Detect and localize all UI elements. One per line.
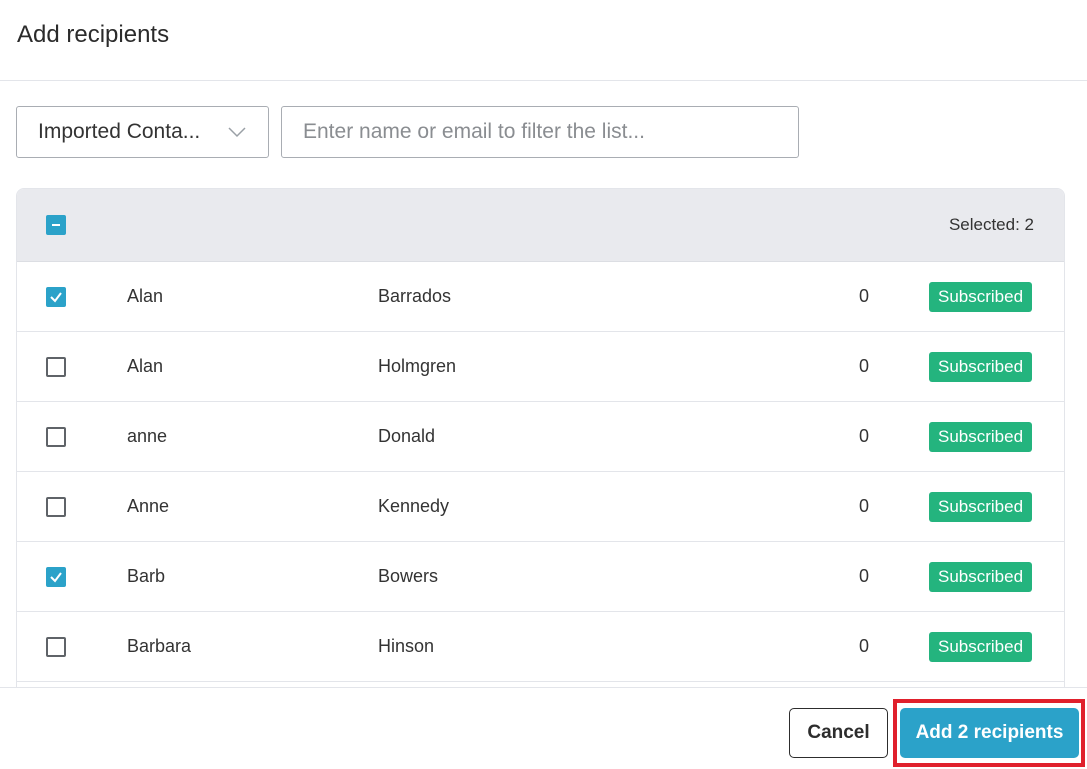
count-cell: 0 (859, 356, 870, 376)
checkmark-icon (50, 571, 62, 583)
first-name-cell: Barb (127, 566, 166, 586)
select-all-checkbox[interactable] (46, 215, 66, 235)
status-badge: Subscribed (929, 561, 1033, 592)
last-name-cell: Kennedy (378, 496, 450, 516)
first-name-cell: Alan (127, 286, 164, 306)
add-recipients-button[interactable]: Add 2 recipients (900, 708, 1079, 758)
count-cell: 0 (859, 426, 870, 446)
row-checkbox[interactable] (46, 636, 66, 657)
filter-search-input[interactable] (281, 106, 799, 158)
contact-list-select-value: Imported Conta... (38, 120, 201, 143)
filter-bar: Imported Conta... (16, 106, 799, 158)
table-row[interactable]: Barbara Hinson 0 Subscribed (17, 612, 1064, 682)
selected-count: Selected: 2 (948, 215, 1034, 234)
table-row[interactable]: Anne Kennedy 0 Subscribed (17, 472, 1064, 542)
last-name-cell: Donald (378, 426, 436, 446)
status-badge: Subscribed (929, 351, 1033, 382)
indeterminate-icon (52, 224, 60, 226)
dialog-header: Add recipients (0, 0, 1087, 81)
chevron-down-icon (228, 123, 246, 141)
status-badge: Subscribed (929, 631, 1033, 662)
table-row[interactable]: anne Donald 0 Subscribed (17, 402, 1064, 472)
last-name-cell: Bowers (378, 566, 439, 586)
count-cell: 0 (859, 286, 870, 306)
recipients-table: Selected: 2 Alan Barrados 0 Subscribed Alan H… (16, 188, 1065, 688)
first-name-cell: Anne (127, 496, 170, 516)
table-row[interactable]: Barb Bowers 0 Subscribed (17, 542, 1064, 612)
table-body: Alan Barrados 0 Subscribed Alan Holmgren 0 Subs… (17, 262, 1064, 682)
last-name-cell: Barrados (378, 286, 452, 306)
table-row[interactable]: Alan Barrados 0 Subscribed (17, 262, 1064, 332)
row-checkbox[interactable] (46, 356, 66, 377)
table-row[interactable]: Alan Holmgren 0 Subscribed (17, 332, 1064, 402)
row-checkbox[interactable] (46, 496, 66, 517)
count-cell: 0 (859, 496, 870, 516)
table-header: Selected: 2 (17, 189, 1064, 262)
first-name-cell: anne (127, 426, 168, 446)
last-name-cell: Holmgren (378, 356, 457, 376)
add-recipients-dialog: Add recipients Imported Conta... Selecte… (0, 0, 1087, 769)
cancel-button[interactable]: Cancel (789, 708, 888, 758)
contact-list-select[interactable]: Imported Conta... (16, 106, 269, 158)
footer-divider (0, 687, 1087, 688)
row-checkbox[interactable] (46, 286, 66, 307)
dialog-title: Add recipients (17, 21, 170, 48)
first-name-cell: Barbara (127, 636, 192, 656)
first-name-cell: Alan (127, 356, 164, 376)
row-checkbox[interactable] (46, 426, 66, 447)
last-name-cell: Hinson (378, 636, 435, 656)
row-checkbox[interactable] (46, 566, 66, 587)
count-cell: 0 (859, 636, 870, 656)
status-badge: Subscribed (929, 491, 1033, 522)
count-cell: 0 (859, 566, 870, 586)
status-badge: Subscribed (929, 421, 1033, 452)
checkmark-icon (50, 291, 62, 303)
status-badge: Subscribed (929, 281, 1033, 312)
